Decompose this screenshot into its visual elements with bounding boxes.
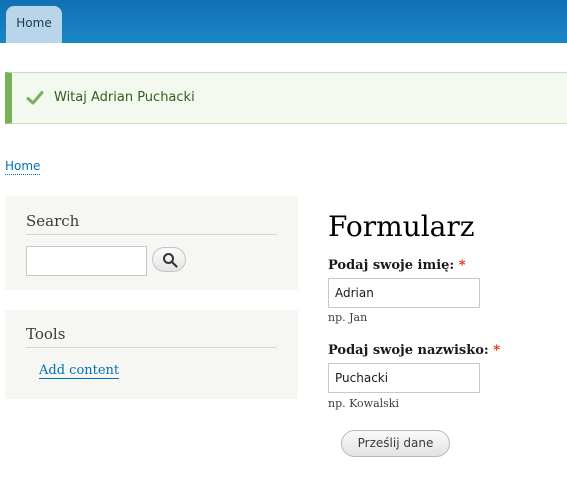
site-header: Home <box>0 0 567 43</box>
first-name-label-text: Podaj swoje imię: <box>328 258 455 273</box>
first-name-description: np. Jan <box>328 311 368 324</box>
first-name-input[interactable]: Adrian <box>328 278 480 308</box>
first-name-label: Podaj swoje imię: * <box>328 258 466 273</box>
required-marker: * <box>458 258 466 273</box>
submit-button[interactable]: Prześlij dane <box>341 430 450 457</box>
add-content-link[interactable]: Add content <box>39 363 120 379</box>
last-name-description: np. Kowalski <box>328 397 399 410</box>
home-tab[interactable]: Home <box>6 6 62 43</box>
search-input[interactable] <box>26 246 147 276</box>
search-block-title: Search <box>26 212 277 235</box>
last-name-label-text: Podaj swoje nazwisko: <box>328 343 489 358</box>
status-message-text: Witaj Adrian Puchacki <box>54 90 195 105</box>
search-button[interactable] <box>152 247 186 272</box>
tools-block-title: Tools <box>26 325 277 348</box>
breadcrumb-home-link[interactable]: Home <box>5 158 41 175</box>
required-marker: * <box>493 343 501 358</box>
search-block: Search <box>5 196 298 290</box>
last-name-label: Podaj swoje nazwisko: * <box>328 343 500 358</box>
check-icon <box>26 91 44 105</box>
search-icon <box>163 253 178 268</box>
tools-block: Tools Add content <box>5 310 298 399</box>
last-name-input[interactable]: Puchacki <box>328 363 480 393</box>
page-title: Formularz <box>328 210 475 243</box>
status-message: Witaj Adrian Puchacki <box>5 72 567 124</box>
